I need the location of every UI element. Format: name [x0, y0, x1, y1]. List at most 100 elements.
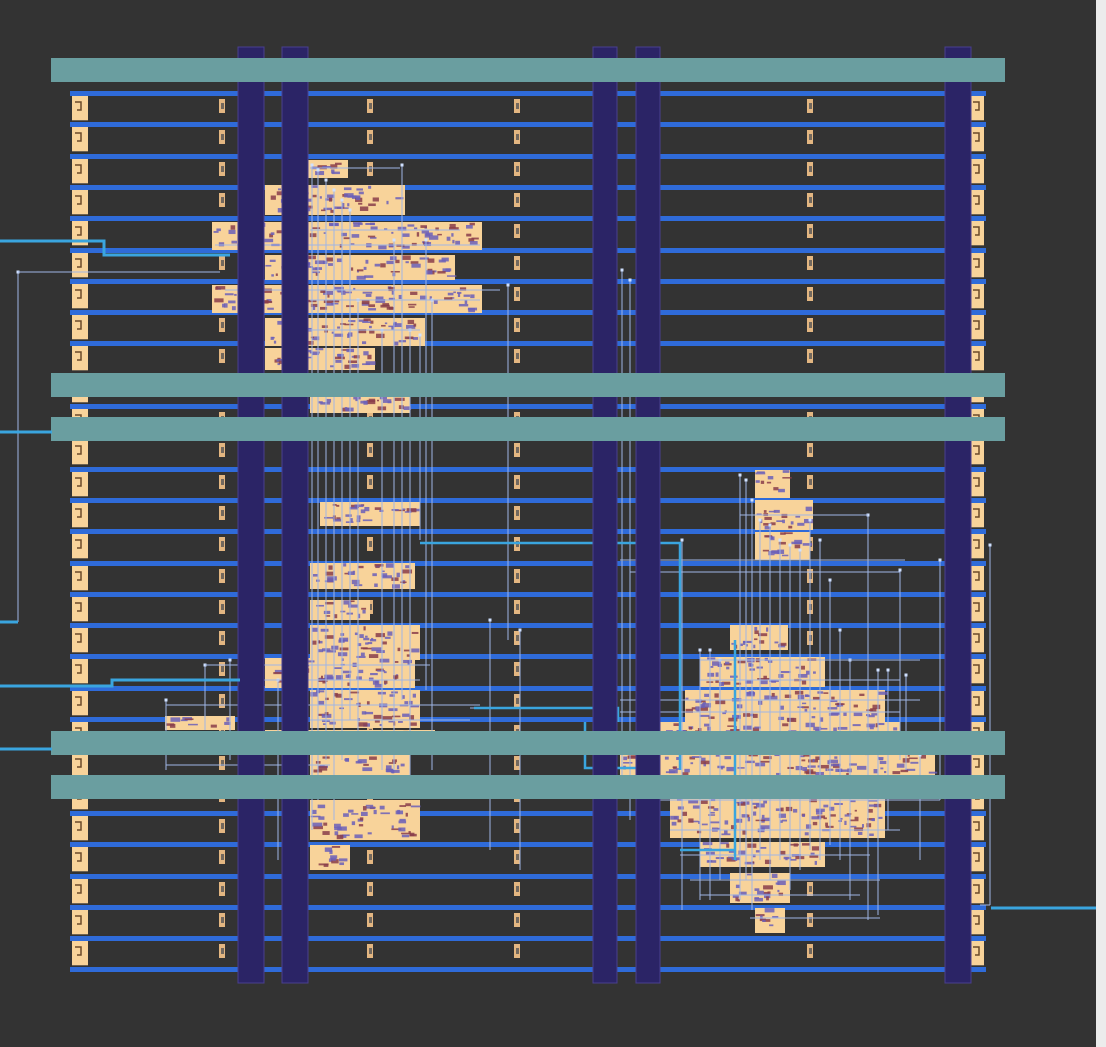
tap-cell-contact: [516, 260, 519, 266]
cell-internal-wire: [813, 707, 816, 710]
tap-cell-contact: [369, 447, 372, 453]
cell-internal-wire: [316, 604, 324, 607]
cell-internal-wire: [264, 238, 274, 243]
cell-internal-wire: [743, 725, 753, 730]
cell-internal-wire: [391, 231, 394, 234]
cell-internal-wire: [412, 693, 416, 698]
cell-internal-wire: [757, 890, 764, 895]
cell-internal-wire: [773, 509, 780, 513]
metal1-rail: [70, 216, 986, 221]
cell-internal-wire: [327, 294, 330, 298]
metal1-rail: [70, 561, 986, 566]
cell-internal-wire: [385, 765, 392, 770]
cell-internal-wire: [812, 821, 818, 826]
cell-internal-wire: [777, 880, 786, 886]
cell-internal-wire: [771, 873, 778, 878]
cell-internal-wire: [470, 294, 475, 299]
cell-internal-wire: [362, 647, 372, 650]
cell-internal-wire: [357, 759, 367, 764]
cell-internal-wire: [329, 197, 333, 202]
endcap-cell: [970, 879, 984, 904]
route-via: [228, 658, 232, 662]
cell-internal-wire: [273, 340, 277, 344]
cell-internal-wire: [763, 800, 768, 804]
cell-internal-wire: [741, 814, 748, 818]
cell-internal-wire: [376, 399, 380, 402]
tap-cell-contact: [221, 197, 224, 203]
cell-internal-wire: [859, 693, 865, 697]
cell-internal-wire: [390, 270, 400, 273]
cell-internal-wire: [684, 768, 690, 773]
cell-internal-wire: [735, 897, 739, 902]
tap-cell-contact: [516, 322, 519, 328]
cell-internal-wire: [308, 660, 315, 663]
endcap-cell: [72, 96, 88, 121]
cell-internal-wire: [398, 721, 403, 723]
cell-internal-wire: [764, 657, 769, 662]
cell-internal-wire: [318, 816, 325, 820]
cell-internal-wire: [794, 544, 801, 549]
cell-internal-wire: [761, 814, 765, 819]
endcap-cell: [72, 503, 88, 528]
cell-internal-wire: [411, 263, 421, 268]
cell-internal-wire: [350, 267, 354, 271]
cell-internal-wire: [358, 722, 368, 727]
cell-internal-wire: [332, 171, 340, 175]
endcap-cell: [72, 472, 88, 497]
tap-cell-contact: [369, 103, 372, 109]
cell-internal-wire: [370, 226, 378, 230]
cell-internal-wire: [310, 692, 319, 697]
route-via: [316, 168, 320, 172]
cell-internal-wire: [846, 772, 849, 776]
tap-cell-contact: [221, 103, 224, 109]
tap-cell-contact: [809, 353, 812, 359]
cell-internal-wire: [384, 322, 388, 325]
endcap-cell: [970, 346, 984, 371]
route-via: [788, 543, 792, 547]
endcap-cell: [72, 628, 88, 653]
route-via: [332, 188, 336, 192]
tap-cell-contact: [809, 479, 812, 485]
cell-internal-wire: [759, 846, 767, 849]
endcap-cell: [72, 127, 88, 152]
cell-internal-wire: [354, 632, 358, 636]
scrollbar-track[interactable]: [1096, 0, 1106, 1047]
cell-internal-wire: [804, 832, 809, 836]
cell-internal-wire: [700, 704, 705, 708]
endcap-cell: [970, 503, 984, 528]
cell-internal-wire: [396, 572, 400, 578]
cell-internal-wire: [688, 800, 699, 804]
cell-internal-wire: [275, 273, 278, 276]
cell-internal-wire: [379, 658, 390, 663]
cell-internal-wire: [870, 819, 875, 821]
route-via: [828, 578, 832, 582]
layout-viewport[interactable]: [0, 0, 1106, 1047]
tap-cell-contact: [221, 635, 224, 641]
cell-internal-wire: [664, 756, 669, 760]
cell-internal-wire: [467, 307, 478, 311]
cell-internal-wire: [405, 565, 410, 569]
cell-internal-wire: [402, 569, 413, 574]
chip-layout-canvas[interactable]: [0, 0, 1096, 1047]
cell-internal-wire: [359, 634, 364, 638]
power-stripe-vertical: [592, 46, 618, 984]
cell-internal-wire: [330, 857, 337, 861]
cell-internal-wire: [771, 692, 775, 697]
cell-internal-wire: [737, 767, 745, 769]
cell-internal-wire: [756, 471, 765, 473]
cell-internal-wire: [351, 234, 360, 238]
endcap-cell: [72, 566, 88, 591]
cell-internal-wire: [447, 292, 454, 296]
cell-internal-wire: [391, 584, 400, 589]
route-via: [392, 238, 396, 242]
cell-internal-wire: [464, 300, 468, 304]
tap-cell-contact: [516, 854, 519, 860]
tap-cell-contact: [221, 322, 224, 328]
cell-internal-wire: [394, 341, 399, 346]
cell-internal-wire: [368, 203, 376, 207]
cell-internal-wire: [323, 610, 331, 615]
endcap-cell: [72, 253, 88, 278]
cell-internal-wire: [410, 805, 421, 808]
cell-internal-wire: [724, 756, 732, 760]
endcap-cell: [72, 190, 88, 215]
